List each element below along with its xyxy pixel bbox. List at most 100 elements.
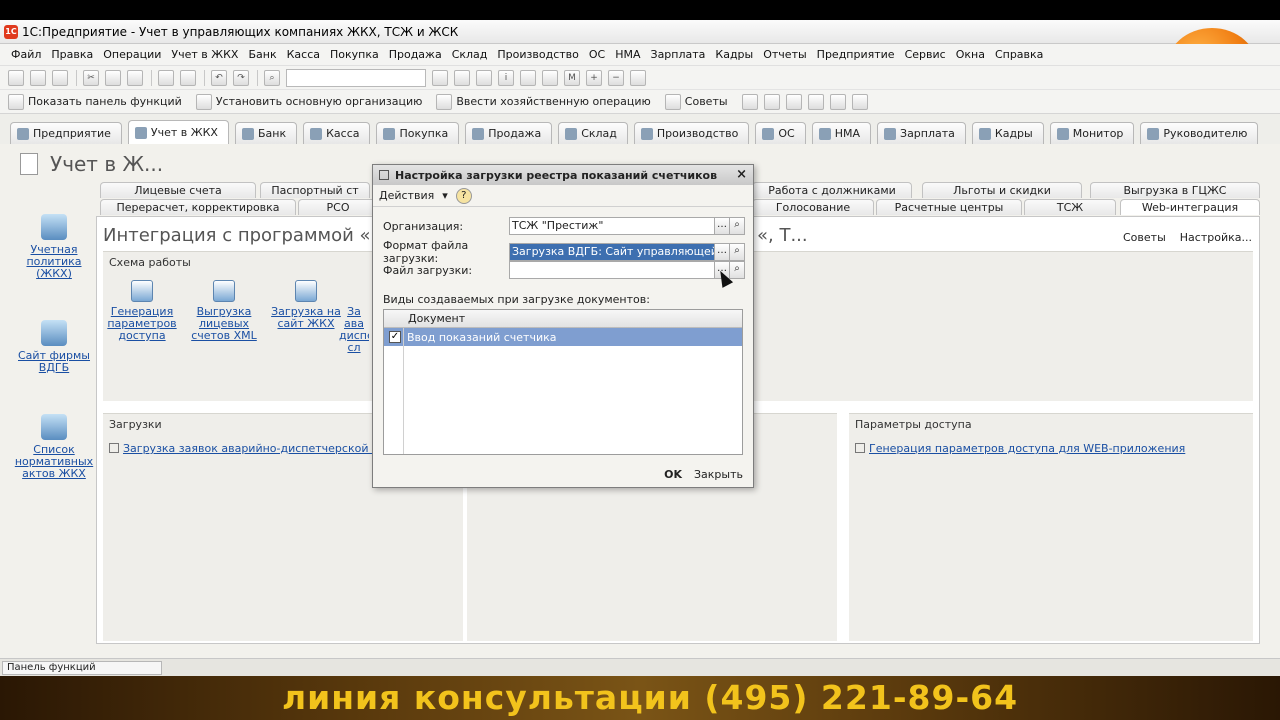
schema-load-requests[interactable]: За ава диспе сл <box>339 306 369 354</box>
memory-minus-icon[interactable]: − <box>608 69 624 86</box>
menu-help[interactable]: Справка <box>990 48 1048 61</box>
tab-salary[interactable]: Зарплата <box>877 122 966 144</box>
menu-os[interactable]: ОС <box>584 48 610 61</box>
tab-purchase[interactable]: Покупка <box>376 122 460 144</box>
table-row[interactable]: ✓ Ввод показаний счетчика <box>384 328 742 346</box>
load-emergency-requests-link[interactable]: Загрузка заявок аварийно-диспетчерской с… <box>109 442 417 455</box>
menu-enterprise[interactable]: Предприятие <box>812 48 900 61</box>
subtab-debtors[interactable]: Работа с должниками <box>752 182 912 198</box>
nav-vdgb-site[interactable]: Сайт фирмы ВДГБ <box>14 320 94 374</box>
menu-sales[interactable]: Продажа <box>384 48 447 61</box>
memory-plus-icon[interactable]: + <box>586 69 602 86</box>
settings-link[interactable]: Настройка... <box>1180 231 1252 244</box>
menu-hr[interactable]: Кадры <box>710 48 758 61</box>
tab-production[interactable]: Производство <box>633 122 750 144</box>
function-panel-button[interactable]: Панель функций <box>2 661 162 675</box>
tab-monitor[interactable]: Монитор <box>1049 122 1135 144</box>
search-combo[interactable] <box>286 68 426 87</box>
subtab-rso[interactable]: РСО <box>298 199 378 215</box>
ok-button[interactable]: OK <box>664 468 682 481</box>
generate-web-access-link[interactable]: Генерация параметров доступа для WEB-при… <box>855 442 1185 455</box>
menu-bank[interactable]: Банк <box>243 48 281 61</box>
subtab-export-gczhs[interactable]: Выгрузка в ГЦЖС <box>1090 182 1260 198</box>
calendar-icon[interactable] <box>542 69 558 86</box>
menu-zhkh[interactable]: Учет в ЖКХ <box>166 48 243 61</box>
help-icon[interactable]: ? <box>455 187 472 204</box>
menu-purchase[interactable]: Покупка <box>325 48 384 61</box>
schema-generate-access[interactable]: Генерация параметров доступа <box>107 280 177 342</box>
menu-nma[interactable]: НМА <box>610 48 645 61</box>
menu-salary[interactable]: Зарплата <box>646 48 711 61</box>
menu-cash[interactable]: Касса <box>282 48 325 61</box>
tab-bank[interactable]: Банк <box>234 122 298 144</box>
print-icon[interactable] <box>158 69 174 86</box>
tools-icon[interactable] <box>630 69 646 86</box>
subtab-passport[interactable]: Паспортный ст <box>260 182 370 198</box>
preview-icon[interactable] <box>180 69 196 86</box>
tips-link[interactable]: Советы <box>1123 231 1166 244</box>
subtab-web-integration[interactable]: Web-интеграция <box>1120 199 1260 215</box>
find-prev-icon[interactable] <box>454 69 470 86</box>
subtab-voting[interactable]: Голосование <box>752 199 874 215</box>
memory-m-icon[interactable]: M <box>564 69 580 86</box>
grid2-icon[interactable] <box>763 93 780 110</box>
format-field[interactable]: Загрузка ВДГБ: Сайт управляющей компа <box>509 243 715 261</box>
tab-warehouse[interactable]: Склад <box>558 122 628 144</box>
redo-icon[interactable]: ↷ <box>233 69 249 86</box>
windows-icon[interactable] <box>476 69 492 86</box>
grid-icon[interactable] <box>741 93 758 110</box>
file-open-icon[interactable]: ⌕ <box>729 261 745 279</box>
subtab-accounts[interactable]: Лицевые счета <box>100 182 256 198</box>
menu-operations[interactable]: Операции <box>98 48 166 61</box>
tab-nma[interactable]: НМА <box>811 122 872 144</box>
close-button[interactable]: Закрыть <box>694 468 743 481</box>
info-icon[interactable]: i <box>498 69 514 86</box>
chevron-down-icon[interactable]: ▾ <box>442 189 448 202</box>
cut-icon[interactable]: ✂ <box>83 69 99 86</box>
menu-service[interactable]: Сервис <box>900 48 951 61</box>
org-select-button[interactable]: … <box>714 217 730 235</box>
subtab-tszh[interactable]: ТСЖ <box>1024 199 1116 215</box>
grid4-icon[interactable] <box>807 93 824 110</box>
search-icon[interactable]: ⌕ <box>264 69 280 86</box>
tab-sales[interactable]: Продажа <box>465 122 553 144</box>
menu-edit[interactable]: Правка <box>46 48 98 61</box>
format-select-button[interactable]: … <box>714 243 730 261</box>
calc-icon[interactable] <box>520 69 536 86</box>
undo-icon[interactable]: ↶ <box>211 69 227 86</box>
save-icon[interactable] <box>52 69 68 86</box>
file-field[interactable] <box>509 261 715 279</box>
menu-reports[interactable]: Отчеты <box>758 48 811 61</box>
tab-os[interactable]: ОС <box>755 122 806 144</box>
menu-production[interactable]: Производство <box>492 48 583 61</box>
find-next-icon[interactable] <box>432 69 448 86</box>
enter-operation-button[interactable]: Ввести хозяйственную операцию <box>436 93 651 110</box>
copy-icon[interactable] <box>105 69 121 86</box>
new-icon[interactable] <box>8 69 24 86</box>
subtab-calc-centers[interactable]: Расчетные центры <box>876 199 1022 215</box>
tips-button[interactable]: Советы <box>664 93 728 110</box>
subtab-recalc[interactable]: Перерасчет, корректировка <box>100 199 296 215</box>
format-open-icon[interactable]: ⌕ <box>729 243 745 261</box>
tab-hr[interactable]: Кадры <box>971 122 1044 144</box>
menu-file[interactable]: Файл <box>6 48 46 61</box>
grid3-icon[interactable] <box>785 93 802 110</box>
grid6-icon[interactable] <box>851 93 868 110</box>
subtab-benefits[interactable]: Льготы и скидки <box>922 182 1082 198</box>
open-icon[interactable] <box>30 69 46 86</box>
schema-export-accounts[interactable]: Выгрузка лицевых счетов XML <box>189 280 259 342</box>
tab-cash[interactable]: Касса <box>303 122 371 144</box>
nav-accounting-policy[interactable]: Учетная политика (ЖКХ) <box>14 214 94 280</box>
actions-menu[interactable]: Действия <box>379 189 434 202</box>
tab-enterprise[interactable]: Предприятие <box>10 122 122 144</box>
close-icon[interactable]: × <box>736 167 747 182</box>
nav-regulations[interactable]: Список нормативных актов ЖКХ <box>14 414 94 480</box>
tab-zhkh[interactable]: Учет в ЖКХ <box>127 120 229 144</box>
paste-icon[interactable] <box>127 69 143 86</box>
show-function-panel-button[interactable]: Показать панель функций <box>8 93 182 110</box>
menu-windows[interactable]: Окна <box>951 48 990 61</box>
org-open-icon[interactable]: ⌕ <box>729 217 745 235</box>
grid5-icon[interactable] <box>829 93 846 110</box>
set-main-org-button[interactable]: Установить основную организацию <box>195 93 422 110</box>
menu-warehouse[interactable]: Склад <box>447 48 493 61</box>
